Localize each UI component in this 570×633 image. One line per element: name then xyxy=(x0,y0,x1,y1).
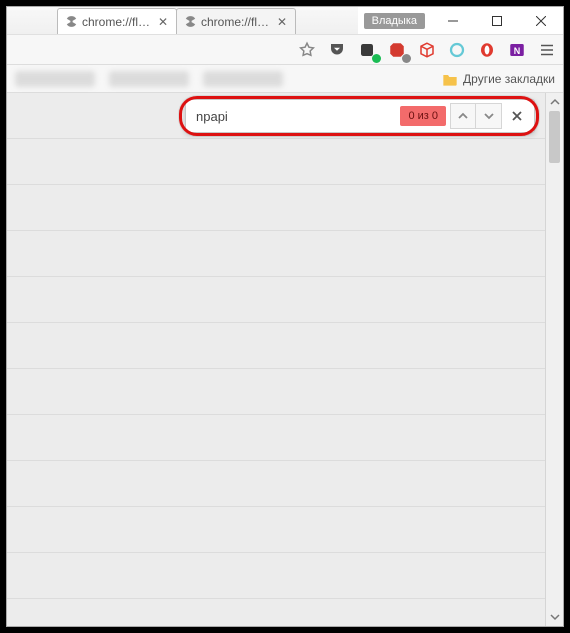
find-input[interactable] xyxy=(190,105,400,128)
star-icon[interactable] xyxy=(297,40,317,60)
scroll-down-icon[interactable] xyxy=(546,608,563,626)
find-close-button[interactable] xyxy=(504,103,530,129)
chevron-up-icon xyxy=(457,110,469,122)
svg-text:N: N xyxy=(514,45,521,55)
menu-icon[interactable] xyxy=(537,40,557,60)
tab-title: chrome://fla… xyxy=(82,15,152,29)
circle-icon[interactable] xyxy=(447,40,467,60)
list-item xyxy=(7,507,545,553)
list-item xyxy=(7,461,545,507)
toolbar: N xyxy=(7,35,563,65)
bookmarks-blurred xyxy=(15,71,436,87)
onenote-icon[interactable]: N xyxy=(507,40,527,60)
minimize-button[interactable] xyxy=(431,7,475,35)
list-item xyxy=(7,277,545,323)
window-controls xyxy=(431,7,563,34)
list-item xyxy=(7,231,545,277)
folder-icon xyxy=(442,72,458,86)
close-icon xyxy=(511,110,523,122)
badge-icon xyxy=(372,54,381,63)
close-button[interactable] xyxy=(519,7,563,35)
list-item xyxy=(7,553,545,599)
other-bookmarks-folder[interactable]: Другие закладки xyxy=(442,72,555,86)
find-result-count: 0 из 0 xyxy=(400,106,446,126)
close-icon[interactable]: ✕ xyxy=(156,15,170,29)
radioactive-icon xyxy=(183,15,197,29)
tab[interactable]: chrome://fla… ✕ xyxy=(57,8,177,34)
find-next-button[interactable] xyxy=(476,103,502,129)
opera-icon[interactable] xyxy=(477,40,497,60)
profile-badge[interactable]: Владыка xyxy=(364,13,425,29)
tab[interactable]: chrome://fla… ✕ xyxy=(176,8,296,34)
list-rows xyxy=(7,93,545,626)
pocket-icon[interactable] xyxy=(327,40,347,60)
tab-strip: chrome://fla… ✕ chrome://fla… ✕ xyxy=(7,7,358,34)
adblock-icon[interactable] xyxy=(387,40,407,60)
page-content: 0 из 0 xyxy=(7,93,563,626)
list-item xyxy=(7,185,545,231)
badge-icon xyxy=(402,54,411,63)
chevron-down-icon xyxy=(483,110,495,122)
cube-icon[interactable] xyxy=(417,40,437,60)
find-in-page-bar: 0 из 0 xyxy=(185,99,535,133)
close-icon[interactable]: ✕ xyxy=(275,15,289,29)
scroll-thumb[interactable] xyxy=(549,111,560,163)
title-bar: chrome://fla… ✕ chrome://fla… ✕ Владыка xyxy=(7,7,563,35)
find-prev-button[interactable] xyxy=(450,103,476,129)
list-item xyxy=(7,139,545,185)
list-item xyxy=(7,323,545,369)
bookmarks-bar: Другие закладки xyxy=(7,65,563,93)
browser-window: chrome://fla… ✕ chrome://fla… ✕ Владыка xyxy=(6,6,564,627)
radioactive-icon xyxy=(64,15,78,29)
maximize-button[interactable] xyxy=(475,7,519,35)
other-bookmarks-label: Другие закладки xyxy=(463,72,555,86)
vertical-scrollbar[interactable] xyxy=(545,93,563,626)
scroll-up-icon[interactable] xyxy=(546,93,563,111)
tab-title: chrome://fla… xyxy=(201,15,271,29)
list-item xyxy=(7,415,545,461)
extension-icon[interactable] xyxy=(357,40,377,60)
list-item xyxy=(7,369,545,415)
